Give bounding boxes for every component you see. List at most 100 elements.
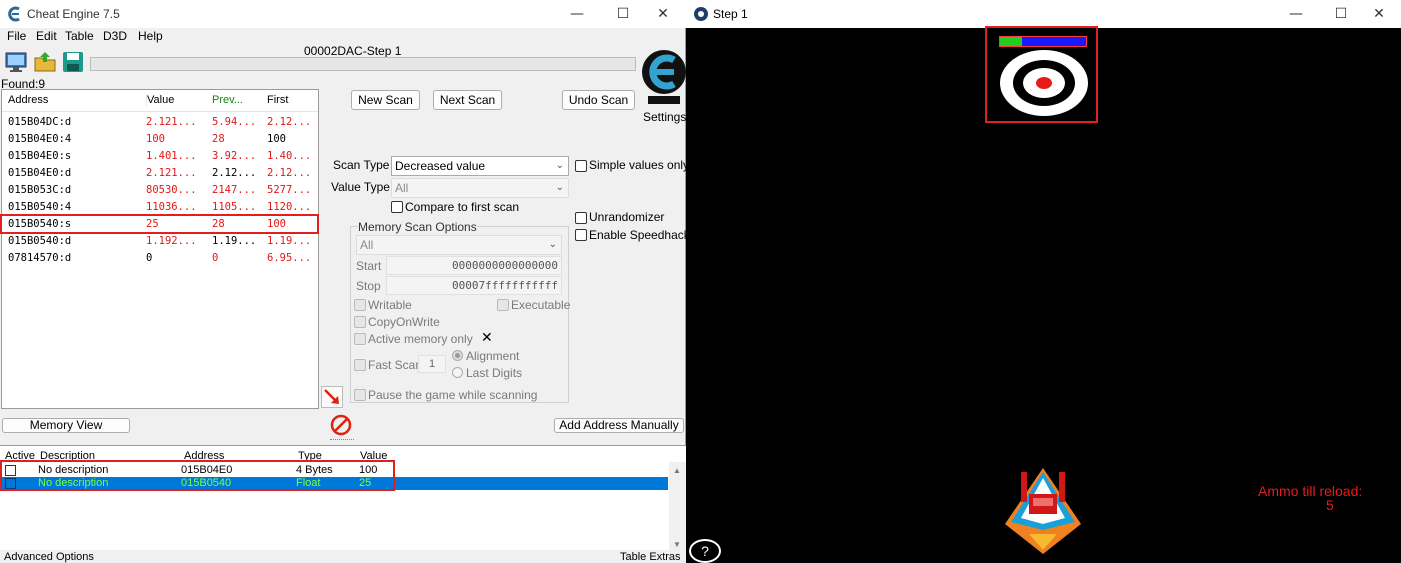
splitter-handle[interactable] xyxy=(330,439,354,441)
menu-table[interactable]: Table xyxy=(65,29,94,43)
menu-edit[interactable]: Edit xyxy=(36,29,57,43)
close-button[interactable]: ✕ xyxy=(640,0,686,28)
ammo-label: Ammo till reload: xyxy=(1258,483,1363,499)
fast-scan-checkbox[interactable] xyxy=(354,359,366,371)
results-col-address[interactable]: Address xyxy=(8,94,48,106)
cheat-engine-window: Cheat Engine 7.5 — ☐ ✕ File Edit Table D… xyxy=(0,0,690,563)
scan-results-list[interactable]: Address Value Prev... First 015B04DC:d 2.… xyxy=(1,89,319,409)
result-address: 015B04E0:s xyxy=(8,150,72,162)
result-row[interactable]: 015B04E0:d 2.121... 2.12... 2.12... xyxy=(2,165,318,182)
cheat-engine-settings-logo-icon[interactable] xyxy=(640,44,688,106)
start-label: Start xyxy=(356,259,382,273)
game-titlebar[interactable]: Step 1 — ☐ ✕ xyxy=(686,0,1401,28)
result-prev: 5.94... xyxy=(212,116,257,128)
last-digits-radio[interactable] xyxy=(452,367,463,378)
simple-values-label: Simple values only xyxy=(589,158,690,172)
ce-titlebar[interactable]: Cheat Engine 7.5 — ☐ ✕ xyxy=(0,0,686,28)
close-icon[interactable]: ✕ xyxy=(481,330,493,346)
add-to-list-arrow-icon[interactable] xyxy=(321,386,343,408)
help-button[interactable]: ? xyxy=(689,539,721,563)
next-scan-button[interactable]: Next Scan xyxy=(433,90,502,110)
chevron-down-icon: ⌄ xyxy=(548,239,557,250)
menu-help[interactable]: Help xyxy=(138,29,163,43)
result-row[interactable]: 015B04E0:s 1.401... 3.92... 1.40... xyxy=(2,148,318,165)
scan-type-select[interactable]: Decreased value ⌄ xyxy=(391,156,569,176)
active-memory-checkbox[interactable] xyxy=(354,333,366,345)
speedhack-label: Enable Speedhack xyxy=(589,228,690,242)
scan-type-value: Decreased value xyxy=(395,159,486,173)
result-prev: 1105... xyxy=(212,201,257,213)
scroll-down-icon[interactable]: ▼ xyxy=(673,540,681,549)
memory-view-button[interactable]: Memory View xyxy=(2,418,130,433)
result-value: 2.121... xyxy=(146,167,197,179)
compare-first-checkbox[interactable] xyxy=(391,201,403,213)
game-close-button[interactable]: ✕ xyxy=(1356,0,1401,28)
results-col-value[interactable]: Value xyxy=(146,94,174,106)
alignment-label: Alignment xyxy=(466,349,520,363)
start-address-input[interactable]: 0000000000000000 xyxy=(386,256,562,275)
selected-result-highlight xyxy=(0,214,319,234)
executable-label: Executable xyxy=(511,298,571,312)
result-prev: 2.12... xyxy=(212,167,257,179)
ce-window-title: Cheat Engine 7.5 xyxy=(27,7,120,21)
copyonwrite-checkbox[interactable] xyxy=(354,316,366,328)
result-first: 1.19... xyxy=(267,235,312,247)
fast-scan-input[interactable]: 1 xyxy=(418,355,446,373)
result-first: 6.95... xyxy=(267,252,312,264)
result-first: 2.12... xyxy=(267,116,312,128)
game-window-title: Step 1 xyxy=(713,7,748,21)
undo-scan-button[interactable]: Undo Scan xyxy=(562,90,635,110)
result-value: 1.401... xyxy=(146,150,197,162)
memory-region-select[interactable]: All ⌄ xyxy=(356,235,562,255)
settings-label[interactable]: Settings xyxy=(643,110,686,124)
last-digits-label: Last Digits xyxy=(466,366,523,380)
simple-values-checkbox[interactable] xyxy=(575,160,587,172)
result-address: 015B053C:d xyxy=(8,184,72,196)
copyonwrite-label: CopyOnWrite xyxy=(368,315,440,329)
advanced-options-label[interactable]: Advanced Options xyxy=(4,551,94,563)
stop-icon[interactable] xyxy=(330,414,352,436)
memory-region-value: All xyxy=(360,238,374,252)
result-address: 015B04E0:d xyxy=(8,167,72,179)
save-icon[interactable] xyxy=(61,50,85,74)
pause-game-checkbox[interactable] xyxy=(354,389,366,401)
address-list-scrollbar[interactable]: ▲ ▼ xyxy=(669,462,686,551)
results-col-first[interactable]: First xyxy=(267,94,288,106)
result-row[interactable]: 07814570:d 0 0 6.95... xyxy=(2,250,318,267)
chevron-down-icon: ⌄ xyxy=(555,160,564,171)
result-row[interactable]: 015B04DC:d 2.121... 5.94... 2.12... xyxy=(2,114,318,131)
result-prev: 1.19... xyxy=(212,235,257,247)
alignment-radio[interactable] xyxy=(452,350,463,361)
stop-address-input[interactable]: 00007fffffffffff xyxy=(386,276,562,295)
target-icon[interactable] xyxy=(999,50,1089,117)
result-row[interactable]: 015B0540:d 1.192... 1.19... 1.19... xyxy=(2,233,318,250)
scroll-up-icon[interactable]: ▲ xyxy=(673,466,681,475)
game-minimize-button[interactable]: — xyxy=(1273,0,1319,28)
results-col-previous[interactable]: Prev... xyxy=(212,94,243,106)
compare-first-label: Compare to first scan xyxy=(405,200,520,214)
result-row[interactable]: 015B053C:d 80530... 2147... 5277... xyxy=(2,182,318,199)
unrandomizer-checkbox[interactable] xyxy=(575,212,587,224)
minimize-button[interactable]: — xyxy=(554,0,600,28)
value-type-select[interactable]: All ⌄ xyxy=(391,178,569,198)
result-value: 11036... xyxy=(146,201,197,213)
executable-checkbox[interactable] xyxy=(497,299,509,311)
table-extras-label[interactable]: Table Extras xyxy=(620,551,681,563)
open-file-icon[interactable] xyxy=(33,50,57,74)
menu-file[interactable]: File xyxy=(7,29,26,43)
scan-type-label: Scan Type xyxy=(333,158,390,172)
ammo-value: 5 xyxy=(1326,497,1334,513)
result-prev: 2147... xyxy=(212,184,257,196)
result-row[interactable]: 015B04E0:4 100 28 100 xyxy=(2,131,318,148)
select-process-icon[interactable] xyxy=(4,50,28,74)
result-address: 07814570:d xyxy=(8,252,72,264)
add-address-manually-button[interactable]: Add Address Manually xyxy=(554,418,684,433)
result-first: 1120... xyxy=(267,201,312,213)
writable-checkbox[interactable] xyxy=(354,299,366,311)
new-scan-button[interactable]: New Scan xyxy=(351,90,420,110)
menu-d3d[interactable]: D3D xyxy=(103,29,127,43)
result-prev: 3.92... xyxy=(212,150,257,162)
speedhack-checkbox[interactable] xyxy=(575,229,587,241)
result-prev: 0 xyxy=(212,252,219,264)
status-bar: Advanced Options Table Extras xyxy=(0,550,686,563)
